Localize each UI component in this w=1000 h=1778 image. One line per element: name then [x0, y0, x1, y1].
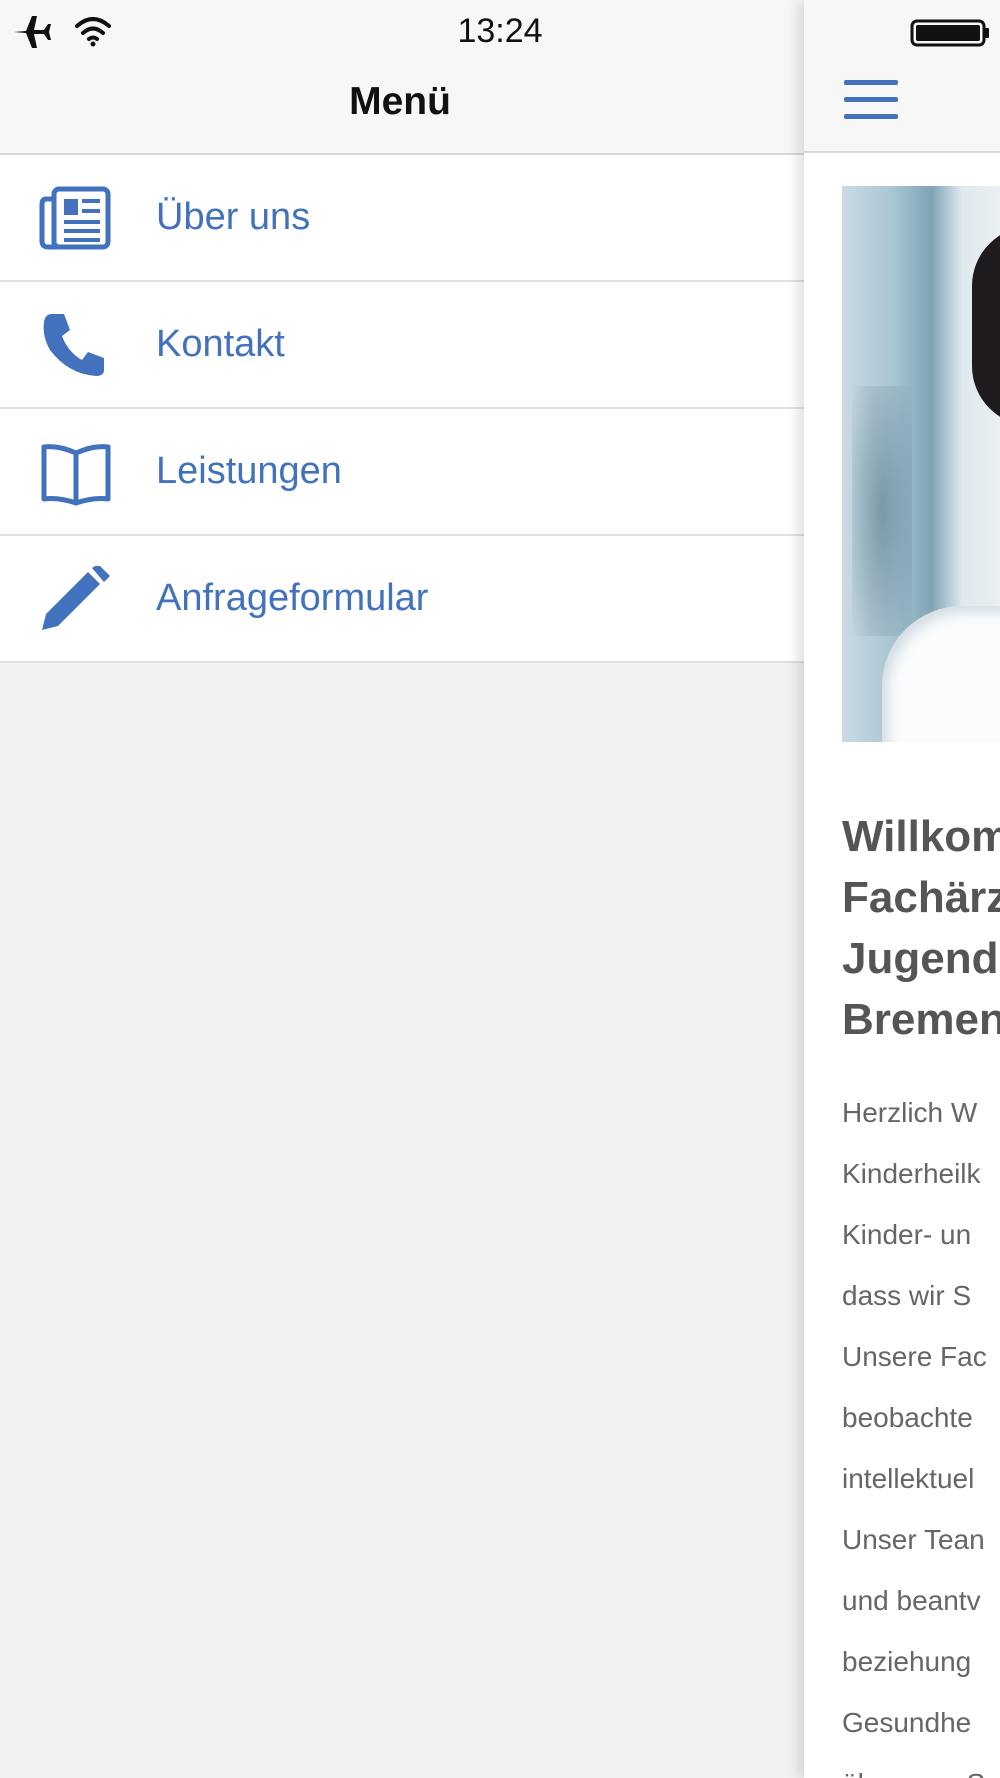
menu-item-leistungen[interactable]: Leistungen — [0, 409, 804, 536]
hamburger-icon[interactable] — [844, 80, 898, 120]
welcome-headline: Willkom Fachärz Jugend Bremen — [842, 812, 1000, 1044]
menu-title: Menü — [349, 80, 451, 123]
pencil-icon — [42, 566, 110, 630]
menu-item-ueber-uns[interactable]: Über uns — [0, 155, 804, 282]
welcome-body-text: Herzlich W Kinderheilk Kinder- un dass w… — [842, 1097, 987, 1778]
phone-icon — [43, 314, 104, 376]
menu-item-kontakt[interactable]: Kontakt — [0, 282, 804, 409]
hero-image — [842, 186, 1000, 742]
menu-item-label: Kontakt — [156, 323, 285, 365]
book-icon — [41, 444, 111, 506]
menu-item-label: Über uns — [156, 196, 311, 238]
newspaper-icon — [39, 186, 111, 250]
status-bar: 13:24 — [0, 0, 1000, 66]
menu-panel: Menü Über uns Kontakt Leistungen Anfrage… — [0, 0, 804, 1778]
content-panel[interactable]: Willkom Fachärz Jugend Bremen Herzlich W… — [804, 0, 1000, 1778]
status-time: 13:24 — [457, 12, 543, 50]
menu-list: Über uns Kontakt Leistungen Anfrageformu… — [0, 155, 804, 663]
menu-item-label: Anfrageformular — [156, 577, 429, 619]
menu-item-label: Leistungen — [156, 450, 342, 492]
battery-icon — [910, 19, 989, 47]
menu-item-anfrageformular[interactable]: Anfrageformular — [0, 536, 804, 663]
